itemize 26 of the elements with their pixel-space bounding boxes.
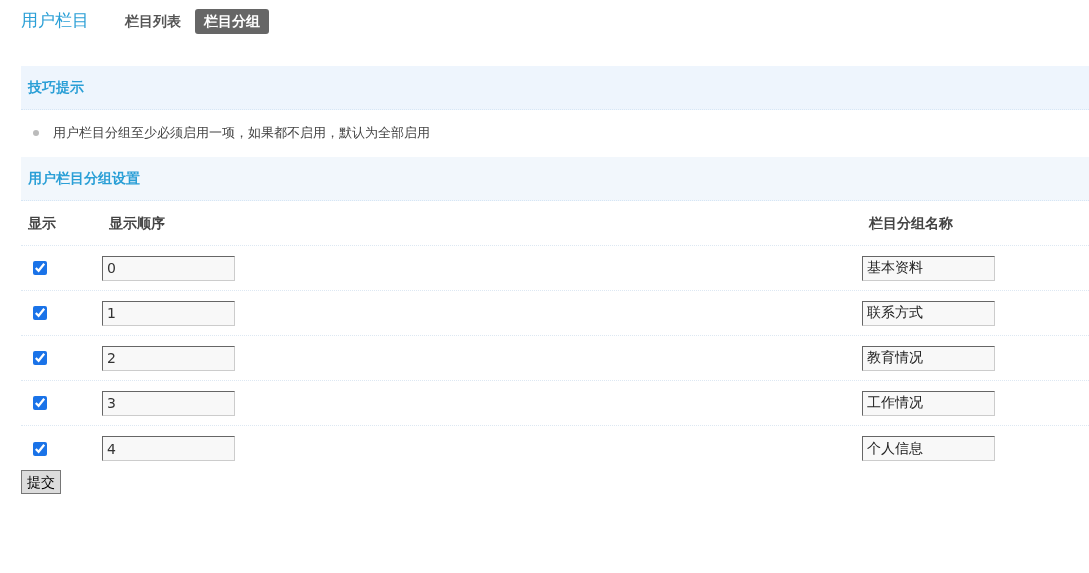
group-name-input[interactable]: 个人信息 [862, 436, 995, 461]
column-header: 显示顺序 [108, 213, 165, 233]
order-input[interactable]: 3 [102, 390, 235, 416]
tip-text: 用户栏目分组至少必须启用一项，如果都不启用，默认为全部启用 [53, 124, 430, 143]
order-input[interactable]: 0 [102, 255, 235, 281]
order-input[interactable]: 2 [102, 345, 235, 371]
order-input[interactable]: 1 [102, 300, 235, 326]
tips-header: 技巧提示 [21, 66, 1089, 110]
page-title: 用户栏目 [21, 9, 89, 33]
nav-tab[interactable]: 栏目分组 [195, 8, 269, 34]
order-input[interactable]: 4 [102, 436, 235, 461]
group-name-input[interactable]: 联系方式 [862, 300, 995, 326]
group-name-input[interactable]: 教育情况 [862, 345, 995, 371]
settings-header: 用户栏目分组设置 [21, 157, 1089, 201]
column-header: 显示 [27, 213, 56, 233]
nav-tab[interactable]: 栏目列表 [123, 8, 183, 34]
show-checkbox[interactable] [33, 306, 47, 320]
show-checkbox[interactable] [33, 351, 47, 365]
bullet-icon [33, 130, 39, 136]
group-name-input[interactable]: 工作情况 [862, 390, 995, 416]
group-name-input[interactable]: 基本资料 [862, 255, 995, 281]
show-checkbox[interactable] [33, 396, 47, 410]
show-checkbox[interactable] [33, 261, 47, 275]
submit-button[interactable]: 提交 [21, 470, 61, 494]
column-header: 栏目分组名称 [868, 213, 953, 233]
show-checkbox[interactable] [33, 441, 47, 456]
